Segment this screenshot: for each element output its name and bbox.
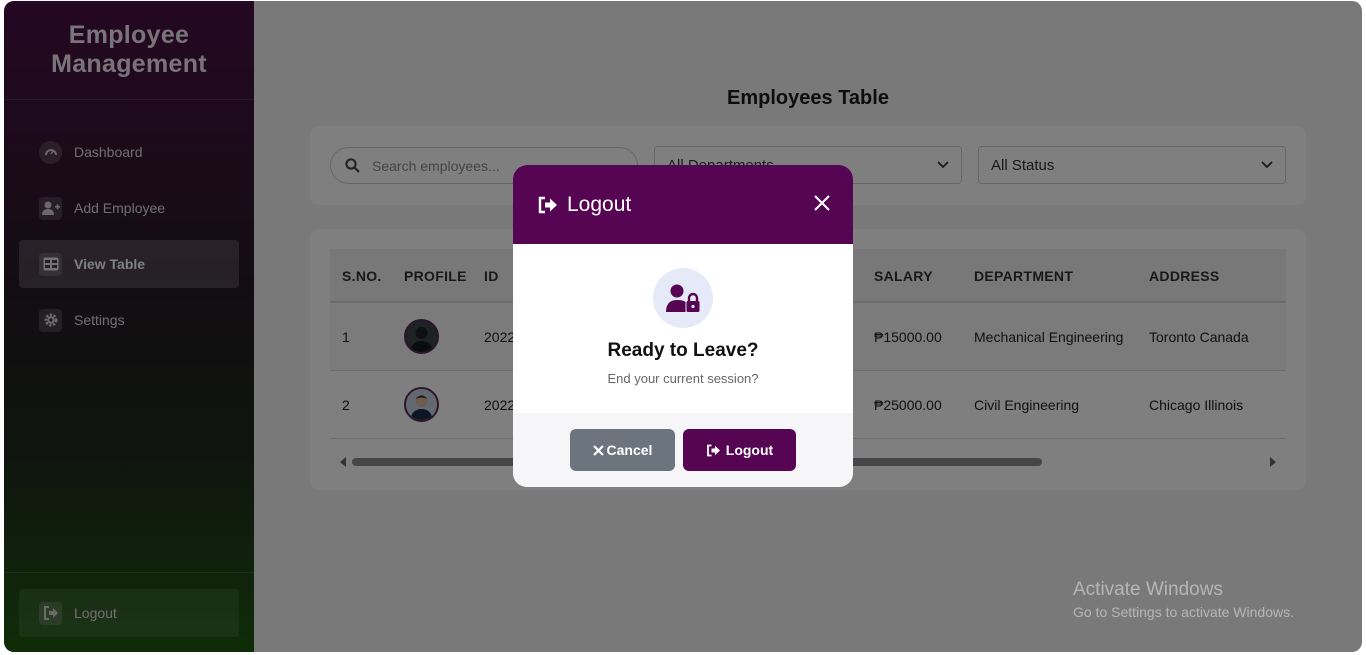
modal-message: End your current session? [607, 371, 759, 386]
sign-out-icon [706, 444, 720, 456]
cancel-button-label: Cancel [606, 442, 653, 458]
watermark-subtitle: Go to Settings to activate Windows. [1073, 604, 1294, 620]
cancel-button[interactable]: Cancel [570, 429, 675, 471]
close-icon[interactable] [813, 194, 831, 212]
confirm-logout-button[interactable]: Logout [683, 429, 796, 471]
confirm-logout-label: Logout [725, 442, 774, 458]
modal-title: Logout [567, 192, 632, 216]
user-lock-icon [653, 268, 713, 328]
sign-out-icon [538, 196, 557, 213]
modal-header: Logout [513, 165, 853, 244]
modal-heading: Ready to Leave? [607, 340, 759, 361]
close-icon [592, 444, 604, 456]
windows-activation-watermark: Activate Windows Go to Settings to activ… [1073, 578, 1294, 622]
modal-body: Ready to Leave? End your current session… [513, 244, 853, 413]
logout-modal: Logout Ready to Leave? End your current … [513, 165, 853, 487]
modal-footer: Cancel Logout [513, 413, 853, 487]
watermark-title: Activate Windows [1073, 579, 1223, 600]
